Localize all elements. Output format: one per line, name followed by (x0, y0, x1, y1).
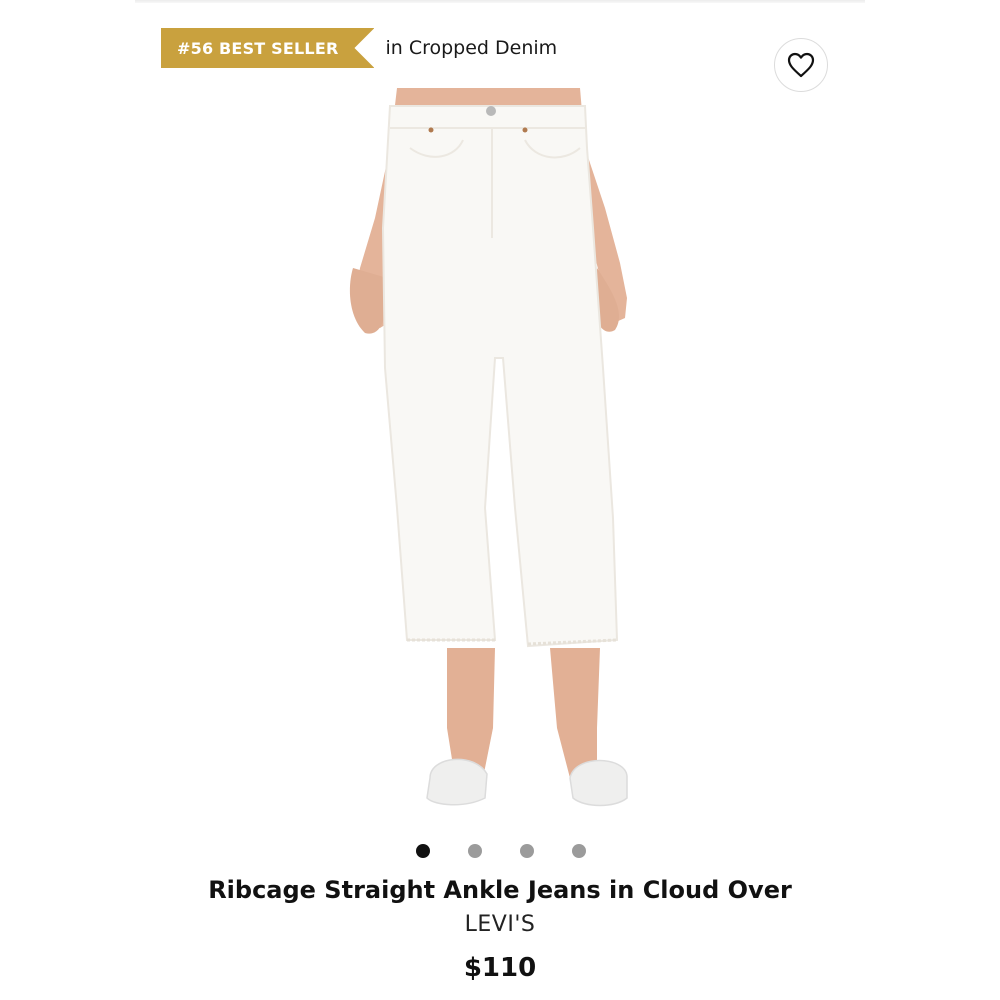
product-title[interactable]: Ribcage Straight Ankle Jeans in Cloud Ov… (0, 876, 1000, 904)
favorite-button[interactable] (774, 38, 828, 92)
gallery-dot-1[interactable] (416, 844, 430, 858)
top-divider (135, 0, 865, 3)
gallery-dot-4[interactable] (572, 844, 586, 858)
gallery-pagination (416, 844, 586, 858)
product-photo[interactable] (335, 88, 665, 828)
gallery-dot-3[interactable] (520, 844, 534, 858)
product-price: $110 (463, 953, 537, 983)
product-brand[interactable]: LEVI'S (0, 912, 1000, 937)
bestseller-badge: #56 BEST SELLER (161, 28, 374, 68)
gallery-dot-2[interactable] (468, 844, 482, 858)
bestseller-row: #56 BEST SELLER in Cropped Denim (161, 28, 557, 68)
product-card: #56 BEST SELLER in Cropped Denim Ribcage… (0, 0, 1000, 1000)
bestseller-category[interactable]: in Cropped Denim (385, 37, 557, 59)
heart-icon (787, 52, 815, 78)
